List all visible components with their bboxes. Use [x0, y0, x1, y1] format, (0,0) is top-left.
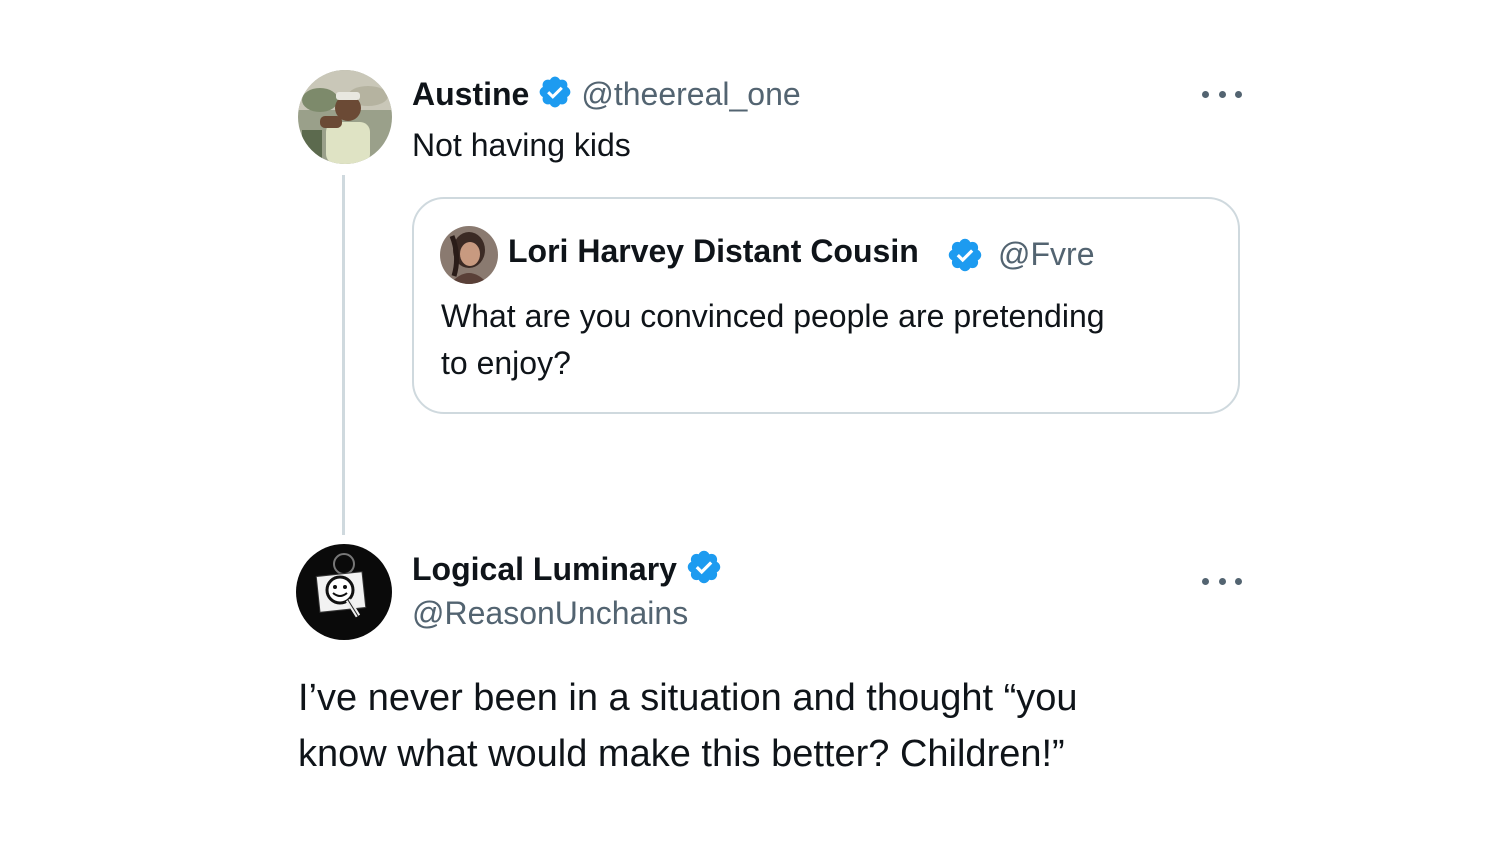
more-options-icon[interactable]: [1202, 575, 1242, 587]
avatar-logical-luminary[interactable]: [296, 544, 392, 640]
reply-tweet-text-line: I’ve never been in a situation and thoug…: [298, 677, 1078, 719]
avatar-austine[interactable]: [298, 70, 392, 164]
verified-badge-icon: [685, 548, 723, 591]
quoted-author-name-container: Lori Harvey Distant Cousin: [508, 233, 938, 277]
thread-connector-line: [342, 175, 345, 535]
quoted-author-handle[interactable]: @Fvre: [998, 236, 1094, 273]
avatar-quoted-author[interactable]: [440, 226, 498, 284]
quoted-author-name[interactable]: Lori Harvey Distant Cousin: [508, 233, 919, 269]
tweet-text: Not having kids: [412, 127, 631, 163]
quoted-tweet-text-line: What are you convinced people are preten…: [441, 298, 1105, 334]
verified-badge-icon: [537, 74, 573, 115]
reply-tweet-text-line: know what would make this better? Childr…: [298, 733, 1065, 775]
reply-tweet-text: I’ve never been in a situation and thoug…: [298, 670, 1298, 782]
reply-author-handle[interactable]: @ReasonUnchains: [412, 595, 688, 632]
author-name[interactable]: Austine: [412, 76, 529, 113]
reply-author-name[interactable]: Logical Luminary: [412, 551, 677, 588]
verified-badge-icon: [946, 236, 984, 279]
quoted-tweet-text: What are you convinced people are preten…: [441, 293, 1221, 387]
quoted-tweet-text-line: to enjoy?: [441, 345, 571, 381]
author-handle[interactable]: @theereal_one: [581, 76, 800, 113]
more-options-icon[interactable]: [1202, 88, 1242, 100]
